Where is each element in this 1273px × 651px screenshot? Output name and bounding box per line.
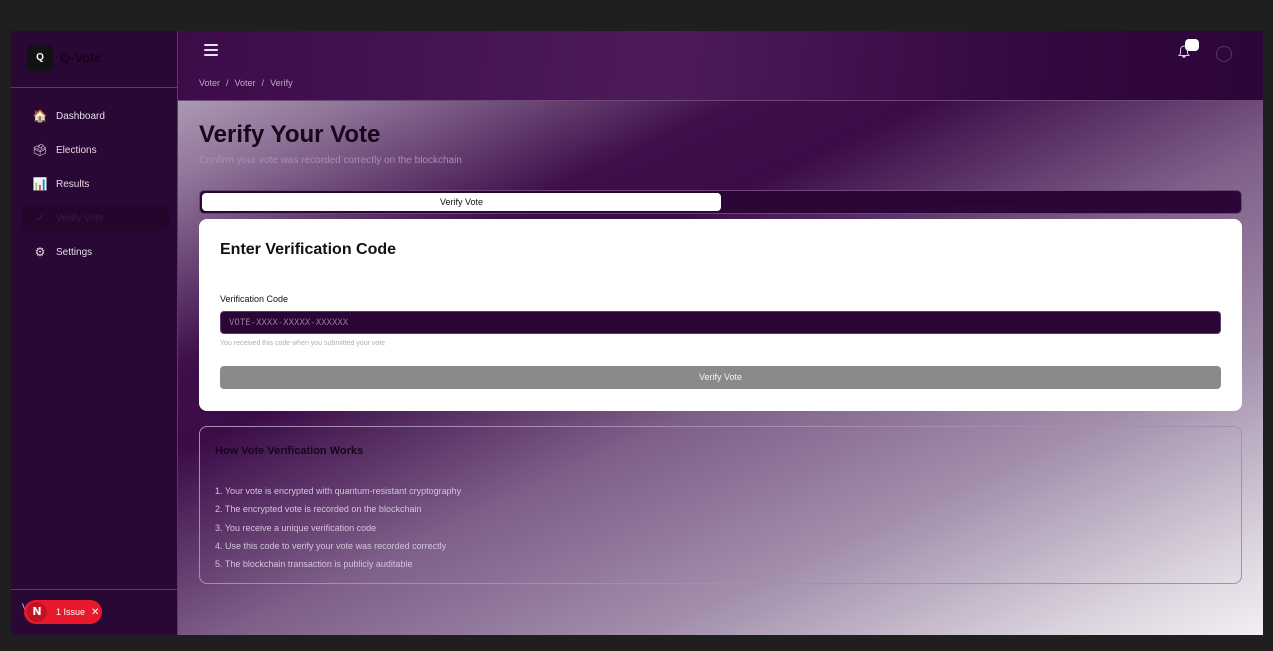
list-item: 3. You receive a unique verification cod… (215, 522, 377, 533)
bar-chart-icon: 📊 (32, 177, 48, 191)
sidebar-item-verify-vote[interactable]: ✓ Verify Vote (21, 205, 169, 231)
list-item: 2. The encrypted vote is recorded on the… (215, 504, 422, 515)
brand[interactable]: Q Q-Vote (11, 31, 177, 88)
logo: Q (27, 45, 53, 71)
ballot-box-icon: 🗳 (32, 143, 48, 157)
page-subtitle: Confirm your vote was recorded correctly… (199, 155, 462, 166)
sidebar-item-dashboard[interactable]: 🏠 Dashboard (21, 103, 169, 129)
verify-vote-button[interactable]: Verify Vote (220, 366, 1221, 389)
close-icon[interactable]: ✕ (91, 607, 99, 618)
tab-list: Verify Vote Transparency Info (199, 190, 1242, 214)
avatar[interactable] (1216, 46, 1232, 62)
sidebar-item-settings[interactable]: ⚙ Settings (21, 239, 169, 265)
tab-verify-vote[interactable]: Verify Vote (202, 193, 721, 211)
verification-code-input[interactable] (220, 311, 1221, 334)
house-icon: 🏠 (32, 109, 48, 123)
app-window: Q Q-Vote 🏠 Dashboard 🗳 Elections 📊 Resul… (11, 31, 1263, 635)
steps-list: 1. Your vote is encrypted with quantum-r… (215, 482, 461, 573)
breadcrumb-separator: / (261, 78, 265, 88)
list-item: 4. Use this code to verify your vote was… (215, 540, 447, 551)
next-logo-icon: N (27, 602, 47, 622)
sidebar-item-label: Results (56, 178, 90, 190)
check-icon: ✓ (34, 211, 46, 225)
how-it-works-title: How Vote Verification Works (215, 445, 364, 457)
helper-text: You received this code when you submitte… (220, 340, 386, 347)
page-title: Verify Your Vote (199, 121, 381, 148)
sidebar-item-results[interactable]: 📊 Results (21, 171, 169, 197)
issue-badge[interactable]: N 1 Issue ✕ (24, 600, 102, 624)
sidebar: Q Q-Vote 🏠 Dashboard 🗳 Elections 📊 Resul… (11, 31, 178, 635)
brand-name: Q-Vote (60, 50, 102, 65)
verification-code-label: Verification Code (220, 294, 289, 304)
list-item: 1. Your vote is encrypted with quantum-r… (215, 486, 462, 496)
breadcrumb: Voter / Voter / Verify (199, 78, 293, 88)
breadcrumb-item[interactable]: Voter (199, 78, 220, 88)
sidebar-item-label: Verify Vote (56, 212, 104, 224)
breadcrumb-item[interactable]: Voter (235, 78, 256, 88)
hamburger-icon[interactable] (204, 44, 218, 58)
card-title: Enter Verification Code (220, 241, 397, 258)
sidebar-item-elections[interactable]: 🗳 Elections (21, 137, 169, 163)
notification-dot (1185, 39, 1199, 51)
gear-icon: ⚙ (34, 245, 46, 259)
issue-count: 1 Issue (56, 607, 86, 617)
sidebar-item-label: Settings (56, 246, 93, 258)
top-bar: Voter / Voter / Verify (178, 31, 1263, 101)
breadcrumb-item-current: Verify (270, 78, 293, 88)
main-content: Voter / Voter / Verify Verify Your Vote … (178, 31, 1263, 635)
breadcrumb-separator: / (226, 78, 229, 88)
how-it-works-panel: How Vote Verification Works 1. Your vote… (199, 426, 1242, 584)
list-item: 5. The blockchain transaction is publicl… (215, 559, 413, 570)
tab-transparency-info[interactable]: Transparency Info (723, 193, 1241, 211)
verification-card: Enter Verification Code Verification Cod… (199, 219, 1242, 411)
sidebar-item-label: Dashboard (56, 110, 105, 122)
sidebar-item-label: Elections (56, 144, 97, 156)
